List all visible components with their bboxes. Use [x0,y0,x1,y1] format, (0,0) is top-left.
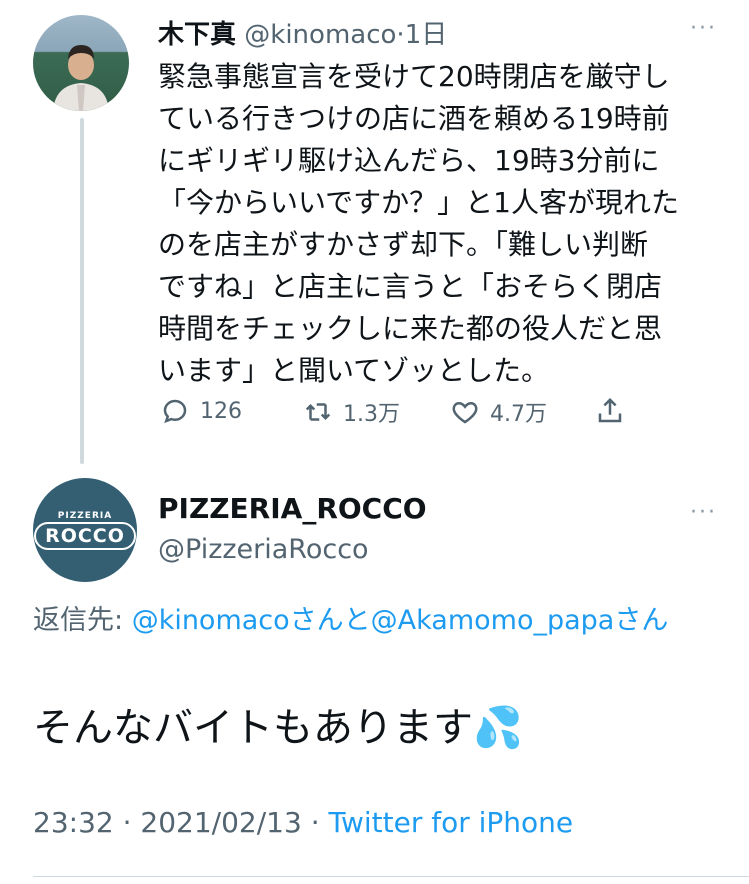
tweet1-time[interactable]: 1日 [405,20,448,50]
tweet1-text-line: ですね」と店主に言うと「おそらく閉店 [158,270,663,303]
avatar-pizzeria-rocco[interactable]: PIZZERIA ROCCO [33,478,137,582]
tweet2-meta: 23:32 · 2021/02/13 · Twitter for iPhone [33,806,573,839]
tweet2-more-icon[interactable]: ··· [690,500,717,525]
tweet2-text: そんなバイトもあります💦 [33,700,523,756]
retweet-count: 1.3万 [343,402,400,427]
tweet2-handle[interactable]: @PizzeriaRocco [158,534,369,565]
tweet2-source[interactable]: Twitter for iPhone [329,806,574,839]
tweet1-text-line: います」と聞いてゾッとした。 [158,354,550,387]
share-icon [598,397,622,423]
avatar-photo [53,45,109,111]
tweet1-text-line: 「今からいいですか？」と1人客が現れた [158,186,679,219]
meta-separator: · [113,806,141,839]
tweet1-header: 木下真 @kinomaco·1日 [158,14,447,51]
heart-icon [452,401,478,424]
avatar-logo-text: ROCCO [34,521,136,550]
tweet1-text-line: 時間をチェックしに来た都の役人だと思 [158,312,663,345]
tweet1-separator: · [396,20,405,50]
reply-to-line: 返信先: @kinomacoさんと@Akamomo_papaさん [33,600,723,642]
tweet1-text: 緊急事態宣言を受けて20時閉店を厳守し ている行きつけの店に酒を頼める19時前 … [158,56,718,392]
reply-count: 126 [200,398,242,424]
tweet1-more-icon[interactable]: ··· [690,16,717,41]
tweet1-text-line: にギリギリ駆け込んだら、19時3分前に [158,144,660,177]
tweet1-handle[interactable]: @kinomaco [244,20,396,50]
tweet2-date[interactable]: 2021/02/13 [140,806,301,839]
reply-to-prefix: 返信先: [33,605,132,636]
tweet1-text-line: 緊急事態宣言を受けて20時閉店を厳守し [158,60,670,93]
reply-icon [163,399,187,424]
meta-separator: · [301,806,329,839]
mention-akamomo-papa[interactable]: @Akamomo_papa [371,605,615,636]
divider [33,876,749,877]
reply-button[interactable]: 126 [160,396,242,426]
sweat-droplets-icon: 💦 [473,705,523,751]
tweet2-time[interactable]: 23:32 [33,806,114,839]
share-button[interactable] [595,396,625,426]
thread-line [80,118,84,464]
like-count: 4.7万 [490,402,547,427]
reply-to-joiner: さんと [289,605,371,636]
tweet1-text-line: ている行きつけの店に酒を頼める19時前 [158,102,670,135]
avatar-logo-small-text: PIZZERIA [57,510,113,521]
avatar-kinomaco[interactable] [33,15,129,111]
retweet-icon [305,403,331,421]
like-button[interactable]: 4.7万 [450,396,547,428]
tweet1-display-name[interactable]: 木下真 [158,20,236,50]
tweet2-display-name[interactable]: PIZZERIA_ROCCO [158,492,427,525]
tweet1-text-line: のを店主がすかさず却下。「難しい判断 [158,228,649,261]
mention-kinomaco[interactable]: @kinomaco [132,605,290,636]
retweet-button[interactable]: 1.3万 [303,396,400,428]
reply-to-suffix: さん [614,605,669,636]
tweet2-text-body: そんなバイトもあります [33,705,473,751]
